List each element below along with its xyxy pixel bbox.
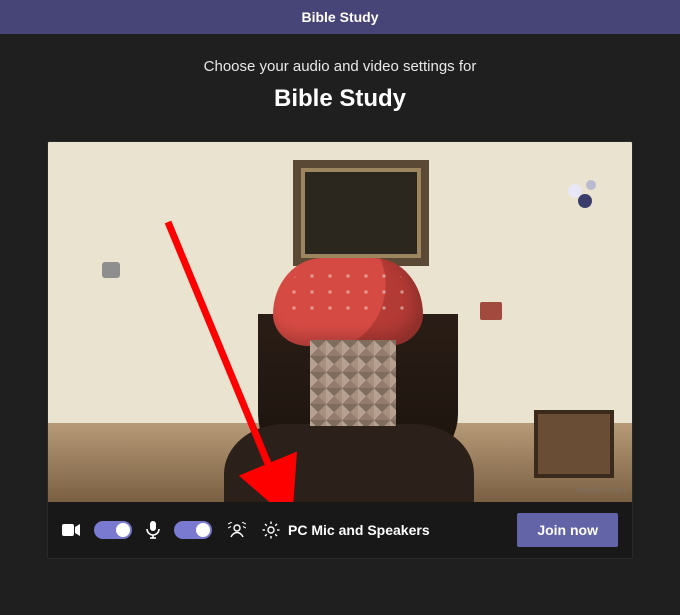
join-now-button[interactable]: Join now <box>517 513 618 547</box>
background-effects-button[interactable] <box>226 519 248 541</box>
prejoin-card: wsxdn.com PC Mic and Speakers <box>47 141 633 559</box>
device-settings-button[interactable]: PC Mic and Speakers <box>262 521 430 539</box>
mic-toggle[interactable] <box>174 521 212 539</box>
camera-preview: wsxdn.com <box>48 142 632 502</box>
title-bar-text: Bible Study <box>301 9 378 25</box>
camera-scene <box>48 142 632 502</box>
background-effects-icon <box>228 522 246 538</box>
device-settings-label: PC Mic and Speakers <box>288 522 430 538</box>
mic-icon <box>146 521 160 539</box>
title-bar: Bible Study <box>0 0 680 34</box>
watermark: wsxdn.com <box>576 485 626 496</box>
gear-icon <box>262 521 280 539</box>
prejoin-controls: PC Mic and Speakers Join now <box>48 502 632 558</box>
camera-toggle[interactable] <box>94 521 132 539</box>
prejoin-content: Choose your audio and video settings for… <box>0 34 680 559</box>
meeting-title: Bible Study <box>274 85 406 113</box>
video-icon <box>62 523 80 537</box>
settings-subhead: Choose your audio and video settings for <box>204 58 477 75</box>
